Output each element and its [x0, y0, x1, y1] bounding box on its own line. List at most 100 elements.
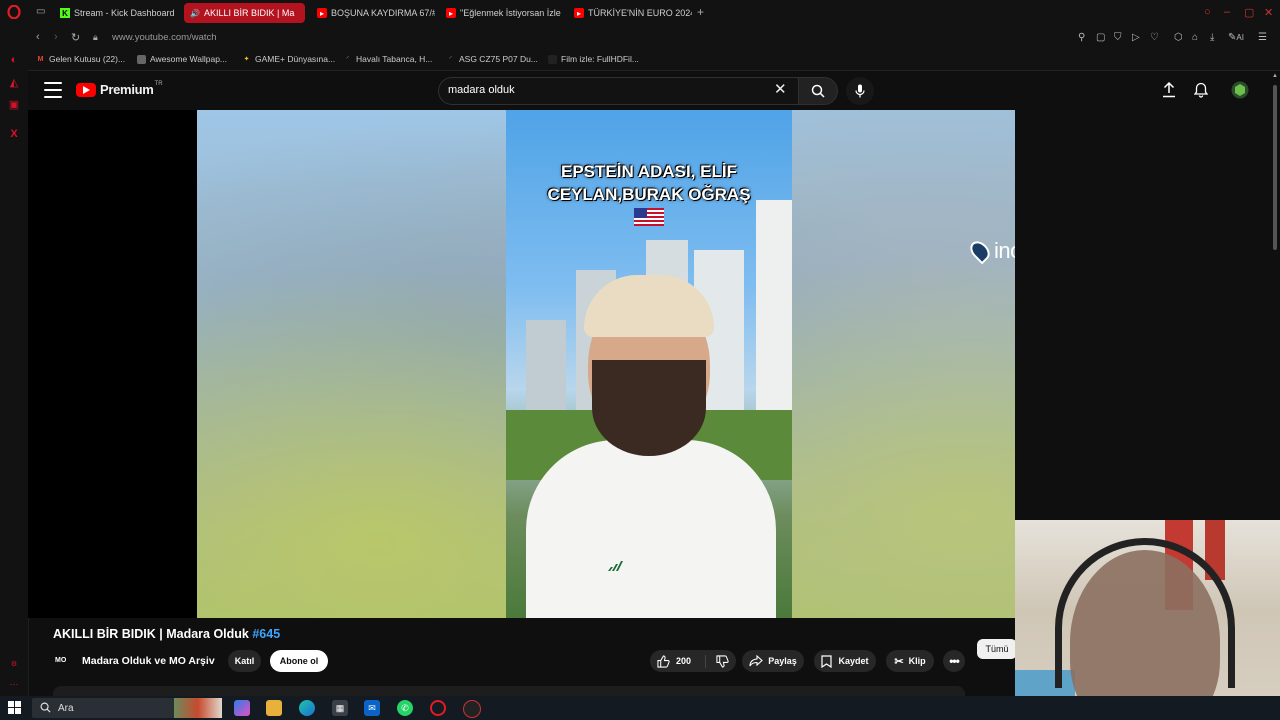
- save-button[interactable]: Kaydet: [814, 650, 876, 672]
- bookmark-label: ASG CZ75 P07 Du...: [459, 54, 538, 64]
- outlook-icon[interactable]: ✉: [364, 700, 380, 716]
- x-twitter-icon[interactable]: X: [6, 126, 22, 142]
- notes-icon[interactable]: ◭: [6, 74, 22, 90]
- minimize-icon[interactable]: –: [1224, 6, 1230, 18]
- taskbar-search[interactable]: Ara: [32, 698, 222, 718]
- logo-country-code: TR: [154, 80, 163, 87]
- video-title-text: AKILLI BİR BIDIK | Madara Olduk: [53, 627, 253, 641]
- menu-icon[interactable]: ☰: [1258, 32, 1267, 43]
- extensions-icon[interactable]: ⬡: [1174, 32, 1183, 43]
- video-caption: EPSTEİN ADASI, ELİF CEYLAN,BURAK OĞRAŞ: [506, 160, 792, 206]
- video-hashtag-link[interactable]: #645: [252, 627, 280, 641]
- channel-name[interactable]: Madara Olduk ve MO Arşiv: [82, 655, 215, 667]
- bookmark-gmail[interactable]: M Gelen Kutusu (22)...: [36, 54, 126, 64]
- scroll-up-icon[interactable]: ▲: [1272, 73, 1278, 79]
- opera-gx-icon[interactable]: [430, 700, 446, 716]
- bookmark-awesome-wallpapers[interactable]: Awesome Wallpap...: [137, 54, 227, 64]
- bookmark-film-izle[interactable]: Film izle: FullHDFil...: [548, 54, 639, 64]
- bookmarks-bar: M Gelen Kutusu (22)... Awesome Wallpap..…: [28, 50, 1280, 71]
- download-icon[interactable]: ⤓: [1210, 32, 1214, 43]
- like-button[interactable]: 200: [657, 654, 707, 668]
- tab-akilli-bir-bidik[interactable]: 🔊 AKILLI BİR BIDIK | Ma: [184, 3, 305, 23]
- maximize-icon[interactable]: ▢: [1244, 6, 1254, 19]
- microphone-icon: [855, 84, 865, 98]
- share-label: Paylaş: [768, 656, 797, 666]
- ai-label: AI: [1236, 33, 1244, 42]
- more-actions-button[interactable]: •••: [943, 650, 965, 672]
- account-avatar[interactable]: [1231, 81, 1249, 104]
- scissors-icon: ✂: [894, 655, 904, 668]
- forward-icon[interactable]: ›: [54, 31, 58, 43]
- notifications-bell-icon[interactable]: [1193, 82, 1209, 103]
- heart-icon[interactable]: ♡: [1150, 32, 1159, 43]
- hamburger-menu-icon[interactable]: [44, 82, 62, 98]
- tab-kick-dashboard[interactable]: K Stream - Kick Dashboard: [54, 3, 178, 23]
- youtube-premium-logo[interactable]: Premium TR: [76, 80, 163, 97]
- back-icon[interactable]: ‹: [36, 31, 40, 43]
- thumbs-down-icon: [716, 654, 729, 668]
- more-icon[interactable]: ⋯: [6, 676, 22, 692]
- url-field[interactable]: www.youtube.com/watch: [112, 32, 217, 43]
- shield-icon[interactable]: ⛉: [1114, 32, 1122, 43]
- bookmark-label: Havalı Tabanca, H...: [356, 54, 433, 64]
- tab-eglenmek-istiyorsan[interactable]: ▸ "Eğlenmek İstiyorsan İzle: [440, 3, 564, 23]
- youtube-icon: ▸: [446, 8, 456, 18]
- bookmark-game-plus[interactable]: ✦ GAME+ Dünyasına...: [242, 54, 336, 64]
- subscribe-button[interactable]: Abone ol: [270, 650, 328, 672]
- video-frame[interactable]: EPSTEİN ADASI, ELİF CEYLAN,BURAK OĞRAŞ: [506, 110, 792, 618]
- tab-turkiyenin-euro[interactable]: ▸ TÜRKİYE'NİN EURO 2024: [568, 3, 692, 23]
- new-tab-button[interactable]: +: [697, 5, 704, 19]
- clear-search-icon[interactable]: ✕: [774, 82, 787, 97]
- tab-bosuna-kaydirma[interactable]: ▸ BOŞUNA KAYDIRMA 67/#: [311, 3, 435, 23]
- dislike-button[interactable]: [716, 654, 729, 668]
- snapshot-icon[interactable]: ▢: [1096, 32, 1105, 43]
- app-icon[interactable]: [463, 700, 481, 718]
- play-icon[interactable]: ▷: [1132, 32, 1140, 43]
- search-input[interactable]: [448, 84, 768, 96]
- tab-label: BOŞUNA KAYDIRMA 67/#: [331, 8, 435, 18]
- bookmark-havali-tabanca[interactable]: ⸍ Havalı Tabanca, H...: [343, 54, 433, 64]
- channel-avatar[interactable]: MO: [55, 652, 73, 670]
- speaker-icon: 🔊: [190, 8, 200, 18]
- share-button[interactable]: Paylaş: [742, 650, 804, 672]
- tab-label: "Eğlenmek İstiyorsan İzle: [460, 8, 561, 18]
- logo-text: Premium: [100, 82, 154, 97]
- copilot-icon[interactable]: [234, 700, 250, 716]
- bookmark-label: Gelen Kutusu (22)...: [49, 54, 126, 64]
- ai-icon[interactable]: ✎AI: [1228, 32, 1244, 43]
- reload-icon[interactable]: ↻: [71, 31, 80, 44]
- description-box[interactable]: [53, 686, 965, 696]
- video-title: AKILLI BİR BIDIK | Madara Olduk #645: [53, 627, 280, 641]
- bookmark-asg-cz75[interactable]: ⸍ ASG CZ75 P07 Du...: [446, 54, 538, 64]
- store-icon[interactable]: ▦: [332, 700, 348, 716]
- opera-logo-icon[interactable]: [6, 4, 22, 20]
- video-player[interactable]: EPSTEİN ADASI, ELİF CEYLAN,BURAK OĞRAŞ i…: [28, 110, 1015, 618]
- windows-start-icon[interactable]: [8, 701, 22, 715]
- clip-button[interactable]: ✂ Klip: [886, 650, 934, 672]
- file-explorer-icon[interactable]: [266, 700, 282, 716]
- join-button[interactable]: Katıl: [228, 650, 261, 672]
- all-chip[interactable]: Tümü: [977, 639, 1017, 659]
- close-window-icon[interactable]: ✕: [1264, 6, 1273, 19]
- settings-icon[interactable]: ⚙: [6, 656, 22, 672]
- pin-icon[interactable]: ⚲: [1078, 32, 1085, 43]
- edge-icon[interactable]: [299, 700, 315, 716]
- like-count: 200: [675, 656, 692, 666]
- scrollbar-thumb[interactable]: [1273, 85, 1277, 250]
- search-button[interactable]: [798, 77, 838, 105]
- star-icon: ✦: [243, 55, 250, 63]
- whatsapp-icon[interactable]: ✆: [397, 700, 413, 716]
- search-tabs-icon[interactable]: ○: [1204, 6, 1211, 18]
- voice-search-button[interactable]: [846, 77, 874, 105]
- tab-bar: ▭ K Stream - Kick Dashboard 🔊 AKILLI BİR…: [28, 0, 1280, 26]
- taskbar-search-label: Ara: [58, 702, 74, 714]
- youtube-icon: ▸: [574, 8, 584, 18]
- youtube-header: Premium TR ✕: [28, 71, 1270, 111]
- player-icon[interactable]: ▣: [6, 96, 22, 112]
- search-icon: [811, 84, 825, 98]
- messenger-icon[interactable]: ◐: [6, 52, 22, 68]
- save-label: Kaydet: [838, 656, 869, 666]
- wallet-icon[interactable]: ⌂: [1192, 32, 1198, 43]
- upload-icon[interactable]: [1162, 81, 1176, 103]
- tab-list-icon[interactable]: ▭: [36, 6, 45, 17]
